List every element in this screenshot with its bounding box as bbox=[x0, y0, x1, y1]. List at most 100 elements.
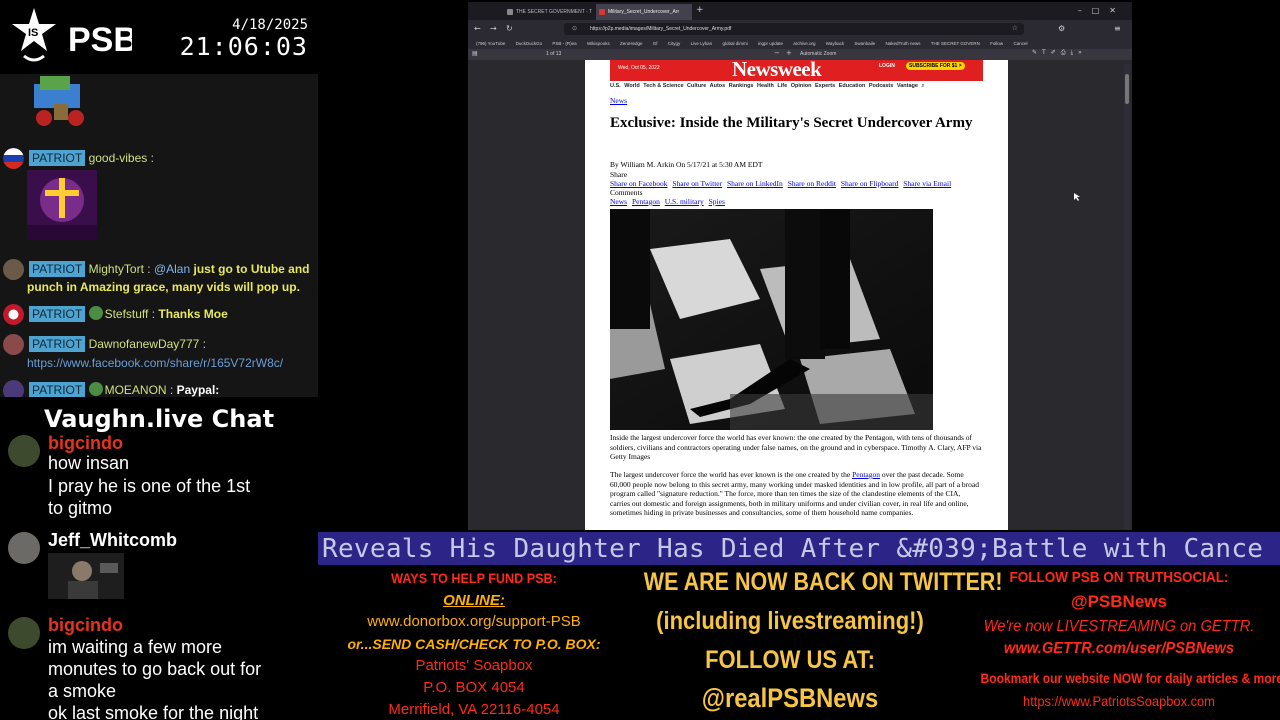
share-twitter-link[interactable]: Share on Twitter bbox=[672, 179, 722, 188]
address-bar[interactable]: ⊙ https://p2p.media/images/Military_Secr… bbox=[564, 23, 1024, 35]
login-link[interactable]: LOGIN bbox=[879, 63, 895, 69]
lock-icon: ⊙ bbox=[572, 25, 578, 32]
bookmark-item[interactable]: ZeroHedge bbox=[620, 41, 643, 46]
bookmark-item[interactable]: ingpr update bbox=[758, 41, 783, 46]
truthsocial-panel: FOLLOW PSB ON TRUTHSOCIAL: @PSBNews We'r… bbox=[958, 565, 1280, 720]
forward-icon[interactable]: → bbox=[490, 24, 497, 33]
extensions-icon[interactable]: ⚙ bbox=[1058, 24, 1065, 33]
gettr-notice: We're now LIVESTREAMING on GETTR. bbox=[983, 618, 1255, 635]
comments-label: Comments bbox=[610, 188, 643, 197]
chat-username[interactable]: bigcindo bbox=[48, 433, 123, 454]
menu-icon[interactable]: ≡ bbox=[1114, 24, 1121, 33]
nav-link[interactable]: World bbox=[624, 83, 639, 89]
share-email-link[interactable]: Share via Email bbox=[903, 179, 951, 188]
user-avatar bbox=[8, 435, 40, 467]
bookmark-item[interactable]: THE SECRET GOVERN bbox=[931, 41, 980, 46]
chat-text: a smoke bbox=[48, 681, 117, 701]
nav-link[interactable]: Life bbox=[777, 83, 787, 89]
tag-link[interactable]: Spies bbox=[709, 197, 725, 206]
bookmark-item[interactable]: global dimmi bbox=[722, 41, 747, 46]
pdf-toolbar: ▤ 1 of 13 − + Automatic Zoom ✎T✐⎙⤓» bbox=[468, 49, 1132, 60]
share-facebook-link[interactable]: Share on Facebook bbox=[610, 179, 667, 188]
bookmark-item[interactable]: (796) YouTube bbox=[476, 41, 505, 46]
bookmark-item[interactable]: DuckDuckGo bbox=[516, 41, 543, 46]
chat-feed[interactable]: PATRIOT good-vibes : PATRIOT MightyTort … bbox=[0, 74, 318, 397]
patriot-badge: PATRIOT bbox=[29, 336, 86, 352]
chat-link[interactable]: https://www.facebook.com/share/r/165V72r… bbox=[27, 356, 283, 370]
gettr-link[interactable]: www.GETTR.com/user/PSBNews bbox=[971, 640, 1267, 658]
pdf-scrollbar[interactable] bbox=[1124, 64, 1130, 530]
donorbox-link[interactable]: www.donorbox.org/support-PSB bbox=[318, 613, 630, 630]
chat-mention[interactable]: @Alan bbox=[154, 262, 190, 276]
nav-link[interactable]: Tech & Science bbox=[643, 83, 683, 89]
bookmark-item[interactable]: Gf bbox=[653, 41, 658, 46]
bookmark-item[interactable]: Wayback bbox=[826, 41, 844, 46]
page-indicator[interactable]: 1 of 13 bbox=[546, 51, 561, 57]
bookmark-item[interactable]: Follow bbox=[990, 41, 1003, 46]
nav-link[interactable]: Experts bbox=[815, 83, 835, 89]
reload-icon[interactable]: ↻ bbox=[506, 24, 513, 33]
bookmark-item[interactable]: Live Lyban bbox=[691, 41, 713, 46]
bookmark-item[interactable]: Swanbaile bbox=[854, 41, 875, 46]
bookmark-item[interactable]: Citygy bbox=[668, 41, 681, 46]
truthsocial-handle[interactable]: @PSBNews bbox=[958, 592, 1280, 612]
user-avatar bbox=[3, 334, 24, 355]
pdf-tools-icons[interactable]: ✎T✐⎙⤓» bbox=[1032, 49, 1087, 57]
website-link[interactable]: https://www.PatriotsSoapbox.com bbox=[971, 693, 1267, 709]
chat-username[interactable]: Jeff_Whitcomb bbox=[48, 530, 177, 551]
tag-link[interactable]: U.S. military bbox=[665, 197, 704, 206]
bookmark-item[interactable]: PSB - (R)ea bbox=[552, 41, 576, 46]
search-icon[interactable]: ⌕ bbox=[921, 83, 924, 89]
subscribe-button[interactable]: SUBSCRIBE FOR $1 > bbox=[906, 62, 965, 70]
twitter-handle[interactable]: @realPSBNews bbox=[640, 683, 939, 714]
chat-text: ok last smoke for the night bbox=[48, 703, 259, 720]
zoom-out-icon[interactable]: − bbox=[774, 49, 780, 57]
bookmark-item[interactable]: NakedTruth news bbox=[885, 41, 920, 46]
bookmark-item[interactable]: Wikispooks bbox=[587, 41, 610, 46]
share-linkedin-link[interactable]: Share on LinkedIn bbox=[727, 179, 783, 188]
po-box-number: P.O. BOX 4054 bbox=[423, 679, 525, 696]
bookmark-star-icon[interactable]: ☆ bbox=[1012, 24, 1018, 32]
nav-link[interactable]: Health bbox=[757, 83, 774, 89]
mail-label: or...SEND CASH/CHECK TO P.O. BOX: bbox=[347, 636, 601, 652]
nav-link[interactable]: Culture bbox=[687, 83, 706, 89]
url-text: https://p2p.media/images/Military_Secret… bbox=[590, 26, 732, 32]
nav-link[interactable]: Education bbox=[839, 83, 866, 89]
chat-username[interactable]: MightyTort bbox=[89, 262, 144, 276]
nav-link[interactable]: Autos bbox=[710, 83, 726, 89]
bookmark-item[interactable]: Cancel bbox=[1013, 41, 1027, 46]
chat-username[interactable]: MOEANON bbox=[105, 383, 167, 397]
nav-link[interactable]: Podcasts bbox=[869, 83, 893, 89]
share-links: Share on Facebook Share on Twitter Share… bbox=[610, 179, 954, 188]
browser-tab[interactable]: THE SECRET GOVERNMENT - T bbox=[504, 4, 594, 20]
nav-link[interactable]: Rankings bbox=[729, 83, 754, 89]
nav-link[interactable]: U.S. bbox=[610, 83, 621, 89]
back-icon[interactable]: ← bbox=[474, 24, 481, 33]
donate-heading: WAYS TO HELP FUND PSB: bbox=[391, 570, 557, 586]
tag-link[interactable]: Pentagon bbox=[632, 197, 660, 206]
newsweek-date: Wed, Oct 05, 2022 bbox=[618, 65, 660, 71]
share-flipboard-link[interactable]: Share on Flipboard bbox=[841, 179, 899, 188]
bookmark-item[interactable]: archive.org bbox=[793, 41, 815, 46]
scroll-thumb[interactable] bbox=[1125, 74, 1129, 104]
nav-link[interactable]: Opinion bbox=[791, 83, 812, 89]
pentagon-link[interactable]: Pentagon bbox=[852, 470, 880, 479]
share-reddit-link[interactable]: Share on Reddit bbox=[788, 179, 836, 188]
chat-username[interactable]: bigcindo bbox=[48, 615, 123, 636]
new-tab-button[interactable]: + bbox=[696, 5, 704, 15]
nav-link[interactable]: Vantage bbox=[897, 83, 918, 89]
chat-username[interactable]: good-vibes bbox=[89, 151, 148, 165]
zoom-in-icon[interactable]: + bbox=[786, 49, 792, 57]
browser-tab-active[interactable]: Military_Secret_Undercover_Arr bbox=[596, 4, 692, 20]
zoom-select[interactable]: Automatic Zoom bbox=[800, 51, 836, 57]
window-controls[interactable]: –□✕ bbox=[1078, 6, 1126, 15]
share-label: Share bbox=[610, 170, 628, 179]
chat-username[interactable]: DawnofanewDay777 bbox=[89, 337, 200, 351]
tag-link[interactable]: News bbox=[610, 197, 627, 206]
newsweek-nav: U.S. World Tech & Science Culture Autos … bbox=[610, 83, 927, 90]
sidebar-toggle-icon[interactable]: ▤ bbox=[472, 50, 478, 57]
section-link[interactable]: News bbox=[610, 96, 627, 105]
chat-username[interactable]: Stefstuff bbox=[105, 307, 149, 321]
vaughn-chat-panel: Vaughn.live Chat bigcindo how insan I pr… bbox=[0, 397, 318, 720]
bookmark-notice: Bookmark our website NOW for daily artic… bbox=[980, 670, 1280, 686]
